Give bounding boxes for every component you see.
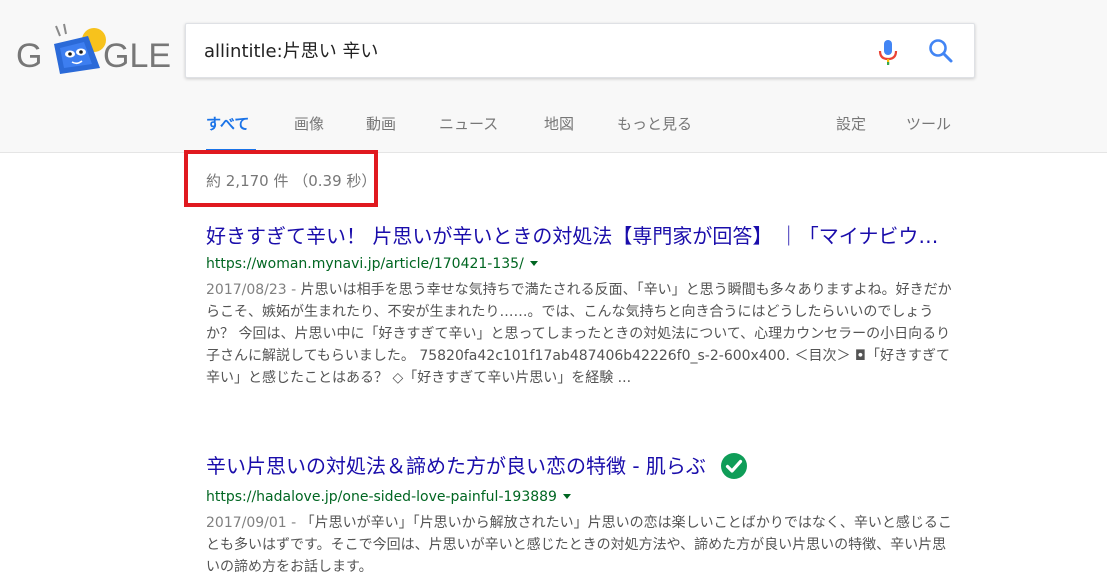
logo-letter-g: G	[16, 37, 43, 75]
google-doodle-logo[interactable]: G GLE	[16, 22, 171, 78]
tab-all[interactable]: すべて	[206, 113, 249, 134]
result-url: https://hadalove.jp/one-sided-love-painf…	[206, 489, 557, 505]
result-url-row: https://woman.mynavi.jp/article/170421-1…	[206, 252, 966, 274]
microphone-icon[interactable]	[876, 38, 900, 66]
search-icon[interactable]	[928, 38, 954, 64]
result-url-row: https://hadalove.jp/one-sided-love-painf…	[206, 485, 966, 507]
check-badge-icon	[720, 453, 747, 479]
result-snippet: 2017/08/23 - 片思いは相手を思う幸せな気持ちで満たされる反面、「辛い…	[206, 279, 958, 389]
result-snippet-text: 片思いは相手を思う幸せな気持ちで満たされる反面、「辛い」と思う瞬間も多々あります…	[206, 282, 952, 386]
search-box[interactable]	[185, 23, 975, 78]
tab-images[interactable]: 画像	[294, 113, 324, 134]
result-date: 2017/08/23 -	[206, 282, 301, 298]
url-dropdown-icon[interactable]	[529, 261, 538, 266]
search-input[interactable]	[204, 35, 844, 65]
tab-maps[interactable]: 地図	[544, 113, 574, 134]
result-title-link[interactable]: 好きすぎて辛い！ 片思いが辛いときの対処法【専門家が回答】 ｜「マイナビウーマン…	[206, 223, 958, 249]
tab-more[interactable]: もっと見る	[617, 113, 692, 134]
logo-letters-gle: GLE	[103, 37, 172, 75]
result-snippet-text: 「片思いが辛い」「片思いから解放されたい」片思いの恋は楽しいことばかりではなく、…	[206, 515, 952, 575]
tab-tools[interactable]: ツール	[906, 113, 951, 134]
result-url: https://woman.mynavi.jp/article/170421-1…	[206, 256, 524, 272]
tab-settings[interactable]: 設定	[836, 113, 866, 134]
result-snippet: 2017/09/01 - 「片思いが辛い」「片思いから解放されたい」片思いの恋は…	[206, 512, 958, 578]
search-result: 好きすぎて辛い！ 片思いが辛いときの対処法【専門家が回答】 ｜「マイナビウーマン…	[206, 223, 966, 389]
search-result: 辛い片思いの対処法＆諦めた方が良い恋の特徴 - 肌らぶ https://hada…	[206, 452, 966, 578]
result-title-link[interactable]: 辛い片思いの対処法＆諦めた方が良い恋の特徴 - 肌らぶ	[206, 453, 706, 479]
doodle-icon	[54, 23, 106, 74]
header: G GLE すべて 画像 動画 ニュー	[0, 0, 1107, 153]
tab-news[interactable]: ニュース	[439, 113, 498, 134]
result-date: 2017/09/01 -	[206, 515, 301, 531]
result-title-row: 辛い片思いの対処法＆諦めた方が良い恋の特徴 - 肌らぶ	[206, 452, 966, 482]
result-stats: 約 2,170 件 （0.39 秒）	[206, 172, 377, 190]
tab-videos[interactable]: 動画	[366, 113, 396, 134]
url-dropdown-icon[interactable]	[562, 494, 571, 499]
